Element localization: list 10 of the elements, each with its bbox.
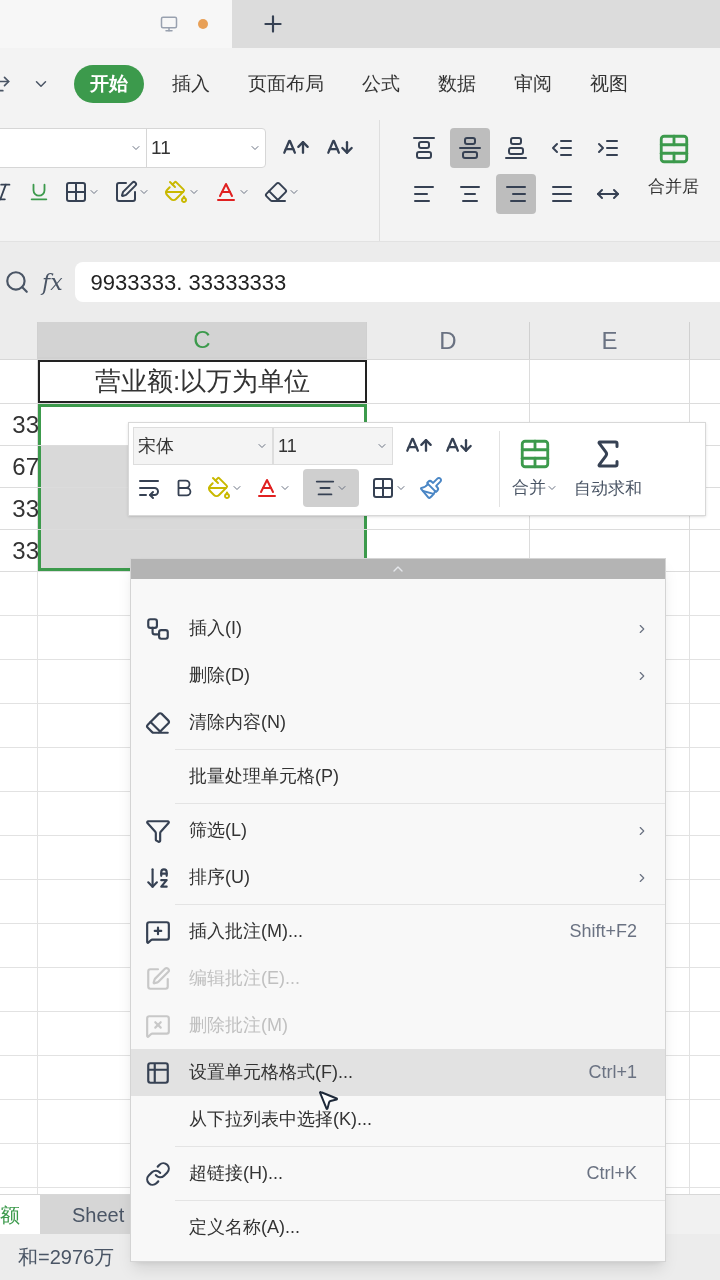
cell-text: 67 bbox=[12, 451, 39, 482]
status-sum: 和=2976万 bbox=[17, 1245, 115, 1270]
font-size-value: 11 bbox=[151, 135, 171, 160]
cell-text: 营业额:以万为单位 bbox=[94, 365, 311, 398]
cell-text: 33 bbox=[12, 535, 39, 566]
shortcut-text: Shift+F2 bbox=[569, 920, 637, 943]
shortcut-text: Ctrl+K bbox=[586, 1162, 637, 1185]
cell-text: 33 bbox=[12, 493, 39, 524]
shortcut-text: Ctrl+1 bbox=[588, 1061, 637, 1084]
cell-text: 33 bbox=[12, 409, 39, 440]
